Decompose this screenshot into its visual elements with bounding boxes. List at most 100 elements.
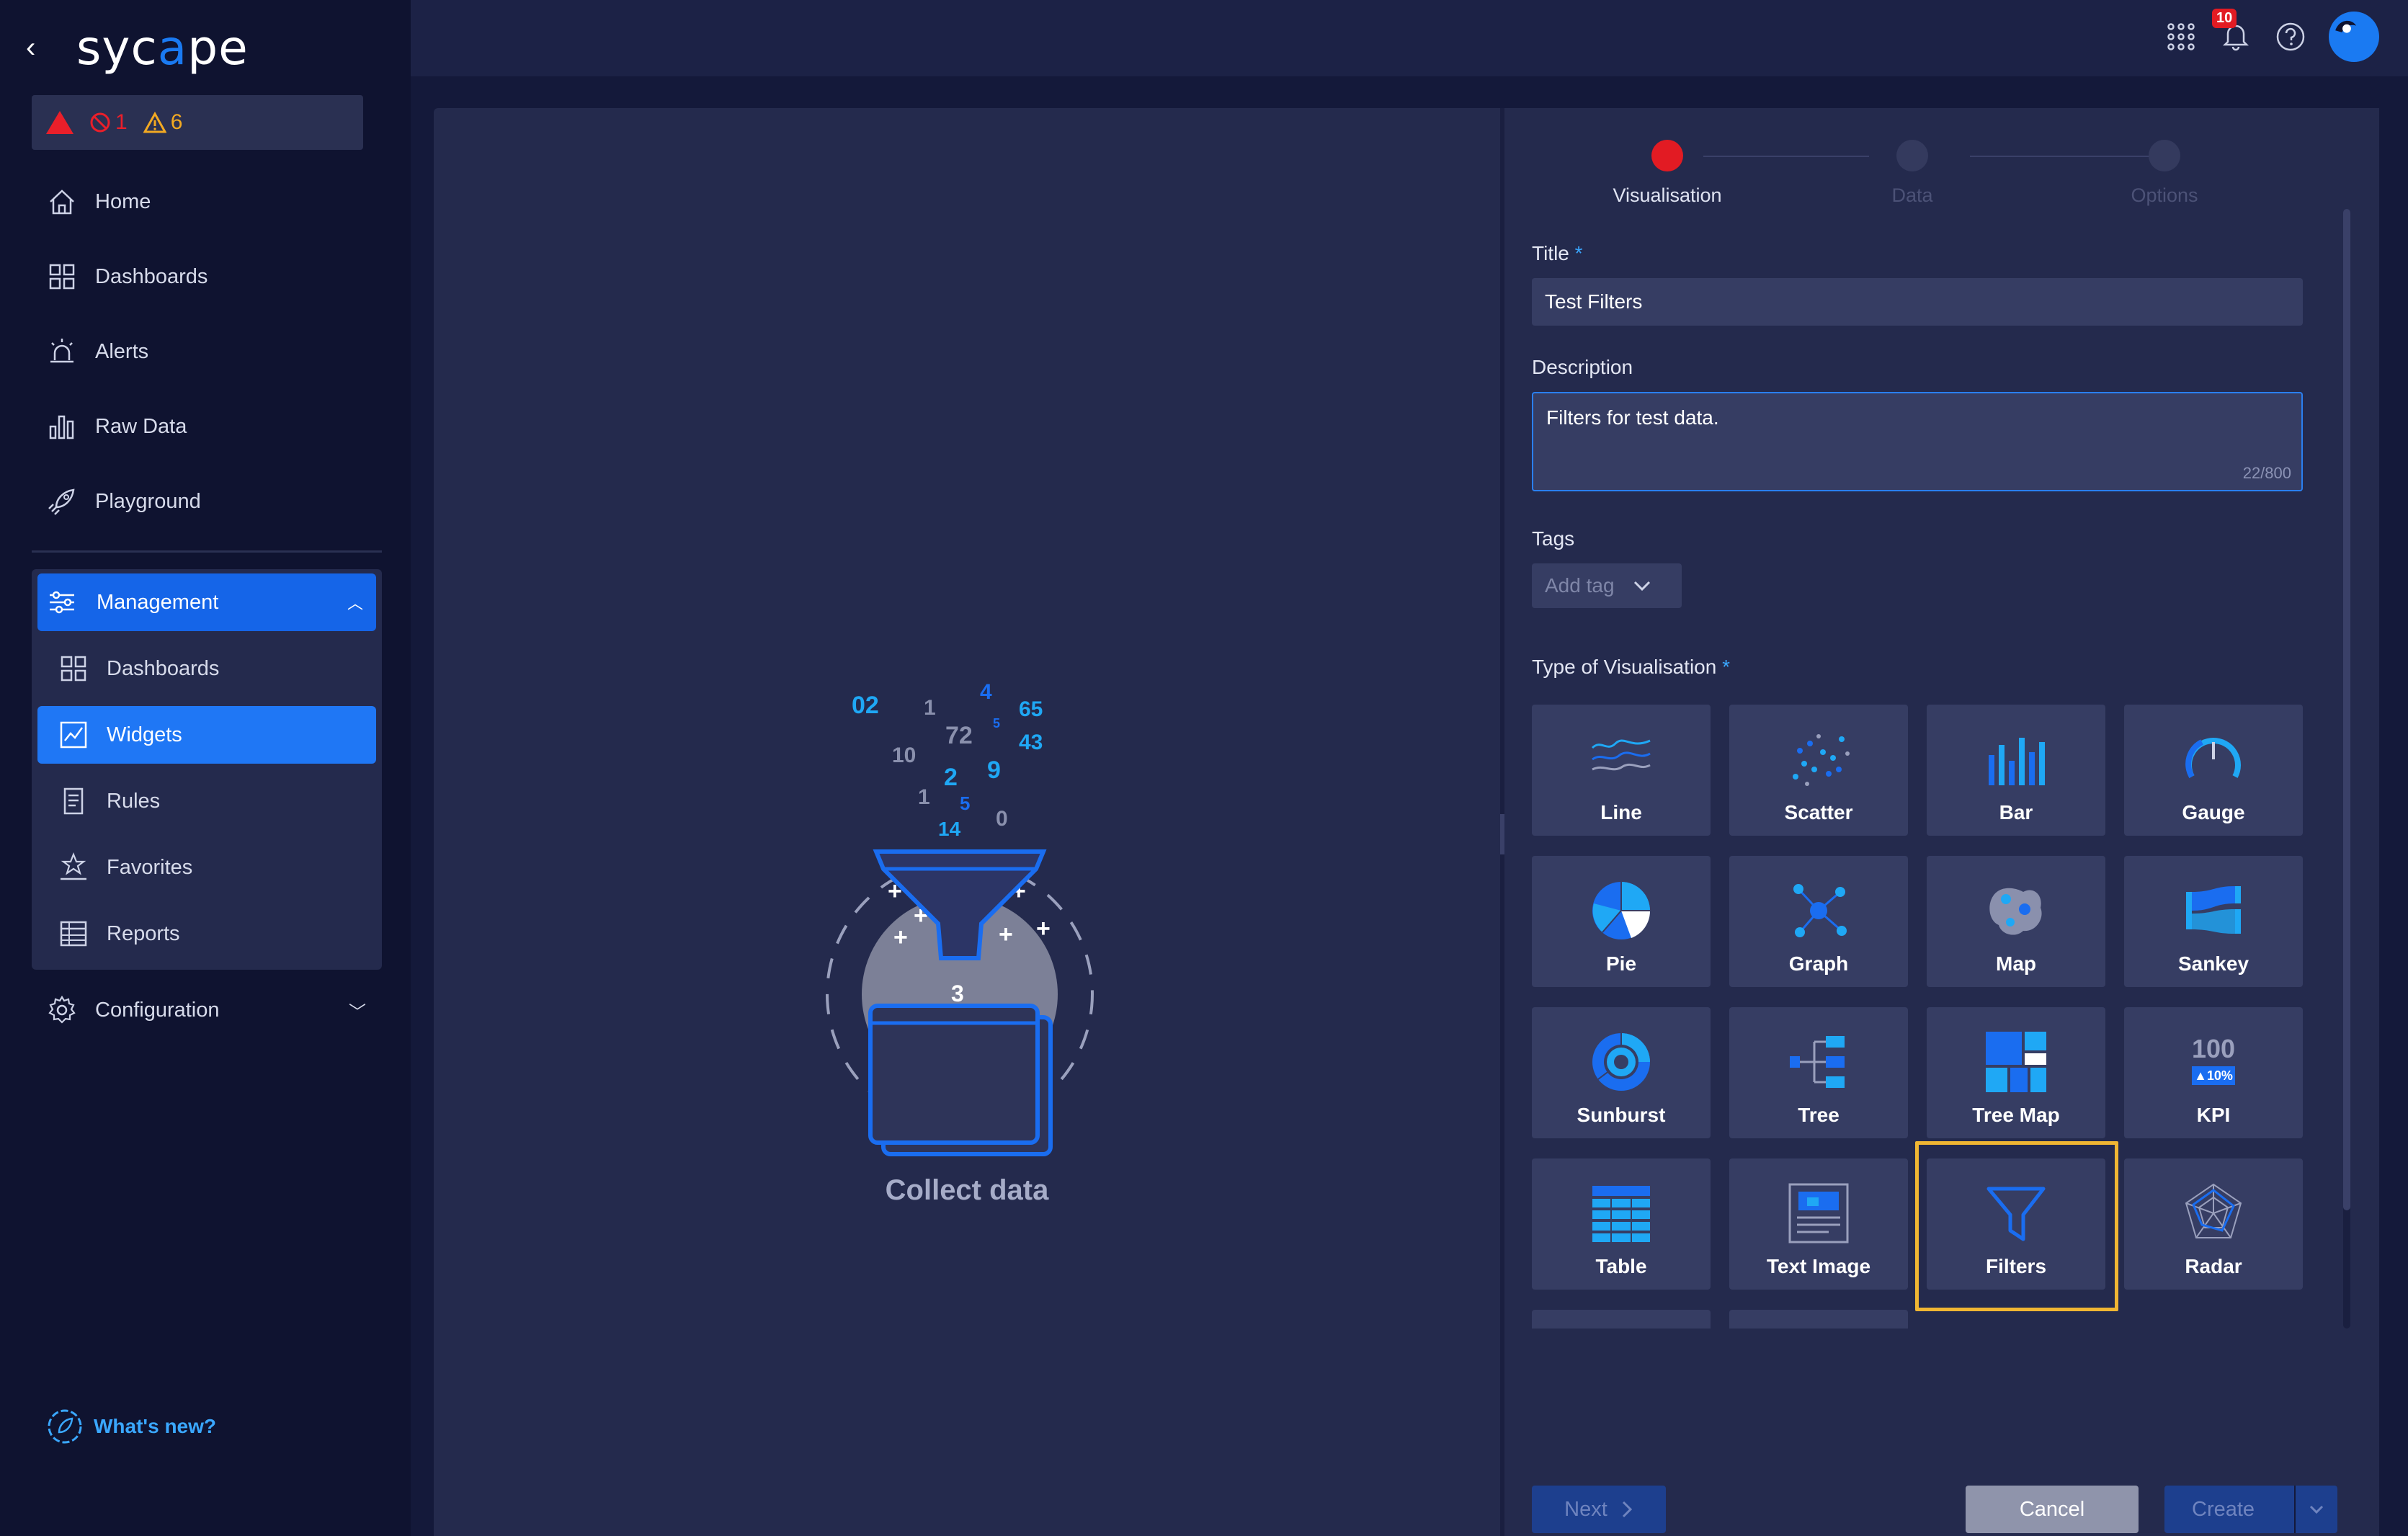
nav-management-favorites-label: Favorites <box>107 855 193 879</box>
alert-summary-bar[interactable]: 1 6 <box>32 95 363 150</box>
home-icon <box>50 189 74 215</box>
chevron-down-icon: ﹀ <box>349 1002 366 1022</box>
config-scrollbar-thumb[interactable] <box>2343 209 2350 1210</box>
gear-icon <box>48 995 76 1024</box>
svg-text:+: + <box>999 921 1013 948</box>
viz-map[interactable]: Map <box>1927 856 2105 987</box>
step-options-label: Options <box>2131 184 2198 206</box>
viz-kpi[interactable]: 100 ▲10% KPI <box>2124 1007 2303 1138</box>
collect-data-caption: Collect data <box>885 1174 1049 1206</box>
viz-line-label: Line <box>1600 801 1642 823</box>
nav-management-favorites[interactable]: Favorites <box>37 839 376 896</box>
number-72: 72 <box>945 722 973 749</box>
nav-raw-data[interactable]: Raw Data <box>32 398 382 455</box>
sycope-logo[interactable]: sycape <box>76 20 249 76</box>
next-button[interactable]: Next <box>1532 1486 1666 1533</box>
create-options-dropdown[interactable] <box>2294 1486 2337 1533</box>
whats-new-link[interactable]: What's new? <box>46 1408 216 1445</box>
nav-management-reports-label: Reports <box>107 921 180 945</box>
viz-more-1[interactable] <box>1532 1310 1711 1329</box>
step-options[interactable]: Options <box>2028 130 2301 207</box>
warning-alerts-count[interactable]: 6 <box>143 110 182 135</box>
dashboard-grid-icon <box>49 264 75 290</box>
number-4: 4 <box>980 680 992 704</box>
rocket-icon <box>48 488 75 515</box>
viz-bar-label: Bar <box>1999 801 2033 823</box>
widget-chart-icon <box>60 721 87 749</box>
user-avatar[interactable] <box>2329 12 2379 62</box>
apps-grid-icon[interactable] <box>2164 20 2198 53</box>
brand-header: ‹ sycape <box>26 14 249 81</box>
prohibited-icon <box>90 112 110 133</box>
viz-more-2[interactable] <box>1729 1310 1908 1329</box>
collapse-sidebar-icon[interactable]: ‹ <box>26 32 76 64</box>
nav-dashboards[interactable]: Dashboards <box>32 248 382 305</box>
wizard-stepper: Visualisation Data Options <box>1530 130 2294 216</box>
chevron-right-icon <box>1622 1501 1632 1518</box>
text-image-icon <box>1788 1183 1849 1243</box>
network-graph-icon <box>1793 884 1847 937</box>
viz-table[interactable]: Table <box>1532 1158 1711 1290</box>
avatar-logo-icon <box>2331 14 2360 43</box>
line-chart-icon <box>1591 739 1651 771</box>
tags-label: Tags <box>1532 527 1575 550</box>
data-step-icon <box>1896 140 1928 171</box>
viz-bar[interactable]: Bar <box>1927 705 2105 836</box>
viz-sankey[interactable]: Sankey <box>2124 856 2303 987</box>
title-input[interactable]: Test Filters <box>1532 278 2303 326</box>
viz-graph[interactable]: Graph <box>1729 856 1908 987</box>
nav-management-reports[interactable]: Reports <box>37 905 376 963</box>
nav-management-rules[interactable]: Rules <box>37 772 376 830</box>
viz-tree-map-label: Tree Map <box>1972 1104 2060 1126</box>
config-scrollbar[interactable] <box>2343 209 2350 1329</box>
nav-alerts[interactable]: Alerts <box>32 323 382 380</box>
nav-raw-data-label: Raw Data <box>95 414 187 438</box>
chevron-down-icon <box>1633 581 1650 591</box>
viz-tree[interactable]: Tree <box>1729 1007 1908 1138</box>
nav-configuration[interactable]: Configuration ﹀ <box>32 981 382 1039</box>
nav-management-dashboards-label: Dashboards <box>107 656 220 680</box>
step-visualisation[interactable]: Visualisation <box>1530 130 1804 207</box>
chevron-down-icon <box>2309 1505 2324 1514</box>
viz-table-label: Table <box>1595 1255 1647 1277</box>
sliders-icon <box>50 591 74 614</box>
rules-document-icon <box>63 787 84 815</box>
nav-playground-label: Playground <box>95 489 201 513</box>
notifications-button[interactable]: 10 <box>2212 8 2252 55</box>
top-bar: 10 <box>411 0 2408 76</box>
cancel-button[interactable]: Cancel <box>1966 1486 2139 1533</box>
nav-alerts-label: Alerts <box>95 339 149 363</box>
sunburst-icon <box>1592 1033 1650 1091</box>
create-button-label: Create <box>2192 1497 2255 1521</box>
viz-map-label: Map <box>1996 952 2036 975</box>
viz-line[interactable]: Line <box>1532 705 1711 836</box>
viz-tree-map[interactable]: Tree Map <box>1927 1007 2105 1138</box>
chevron-up-icon: ︿ <box>347 594 363 612</box>
next-button-label: Next <box>1564 1497 1607 1521</box>
viz-sunburst[interactable]: Sunburst <box>1532 1007 1711 1138</box>
viz-graph-label: Graph <box>1788 952 1849 975</box>
nav-dashboards-label: Dashboards <box>95 264 208 288</box>
number-0: 0 <box>996 807 1008 831</box>
nav-management-widgets[interactable]: Widgets <box>37 706 376 764</box>
gauge-icon <box>2185 738 2241 779</box>
viz-radar[interactable]: Radar <box>2124 1158 2303 1290</box>
create-button[interactable]: Create <box>2164 1486 2337 1533</box>
svg-text:+: + <box>1036 915 1051 942</box>
viz-gauge-label: Gauge <box>2182 801 2245 823</box>
nav-management-widgets-label: Widgets <box>107 723 182 746</box>
critical-alerts-count[interactable]: 1 <box>89 110 128 135</box>
number-1b: 1 <box>918 785 930 809</box>
step-data[interactable]: Data <box>1775 130 2049 207</box>
nav-home[interactable]: Home <box>32 173 382 231</box>
viz-gauge[interactable]: Gauge <box>2124 705 2303 836</box>
description-textarea[interactable]: Filters for test data. 22/800 <box>1532 392 2303 491</box>
viz-text-image[interactable]: Text Image <box>1729 1158 1908 1290</box>
nav-management[interactable]: Management ︿ <box>37 573 376 631</box>
viz-scatter[interactable]: Scatter <box>1729 705 1908 836</box>
nav-playground[interactable]: Playground <box>32 473 382 530</box>
viz-pie[interactable]: Pie <box>1532 856 1711 987</box>
tags-select[interactable]: Add tag <box>1532 563 1682 608</box>
nav-management-dashboards[interactable]: Dashboards <box>37 640 376 697</box>
help-icon[interactable] <box>2274 20 2307 53</box>
